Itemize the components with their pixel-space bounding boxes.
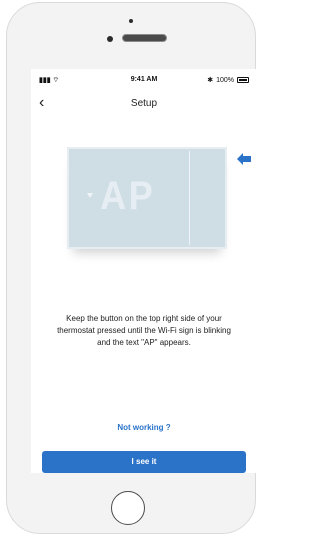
thermostat-device: AP	[67, 147, 227, 249]
arrow-left-icon	[237, 153, 251, 165]
instruction-line-3: and the text "AP" appears.	[97, 338, 191, 347]
phone-frame: ▮▮▮ ⌔ 9:41 AM ✱ 100% ‹ Setup AP Keep the	[6, 2, 257, 534]
instructions-text: Keep the button on the top right side of…	[31, 313, 257, 349]
status-bar: ▮▮▮ ⌔ 9:41 AM ✱ 100%	[31, 76, 257, 88]
thermostat-triangle-icon	[87, 193, 93, 198]
screen: ▮▮▮ ⌔ 9:41 AM ✱ 100% ‹ Setup AP Keep the	[31, 69, 257, 473]
instruction-line-1: Keep the button on the top right side of…	[66, 314, 222, 323]
not-working-link[interactable]: Not working ?	[31, 423, 257, 432]
nav-bar: ‹ Setup	[31, 95, 257, 115]
thermostat-button-divider	[189, 151, 190, 245]
home-button[interactable]	[111, 491, 145, 525]
battery-icon	[237, 77, 249, 83]
thermostat-display-text: AP	[100, 174, 156, 218]
thermostat-illustration: AP	[67, 147, 251, 267]
status-right: ✱ 100%	[207, 76, 249, 84]
page-title: Setup	[130, 98, 158, 109]
i-see-it-button[interactable]: I see it	[42, 451, 246, 473]
battery-percent: 100%	[216, 76, 234, 84]
speaker-dot	[129, 19, 133, 23]
front-camera	[107, 36, 113, 42]
bluetooth-icon: ✱	[207, 77, 214, 84]
instruction-line-2: thermostat pressed until the Wi-Fi sign …	[57, 326, 231, 335]
earpiece-speaker	[122, 34, 167, 42]
